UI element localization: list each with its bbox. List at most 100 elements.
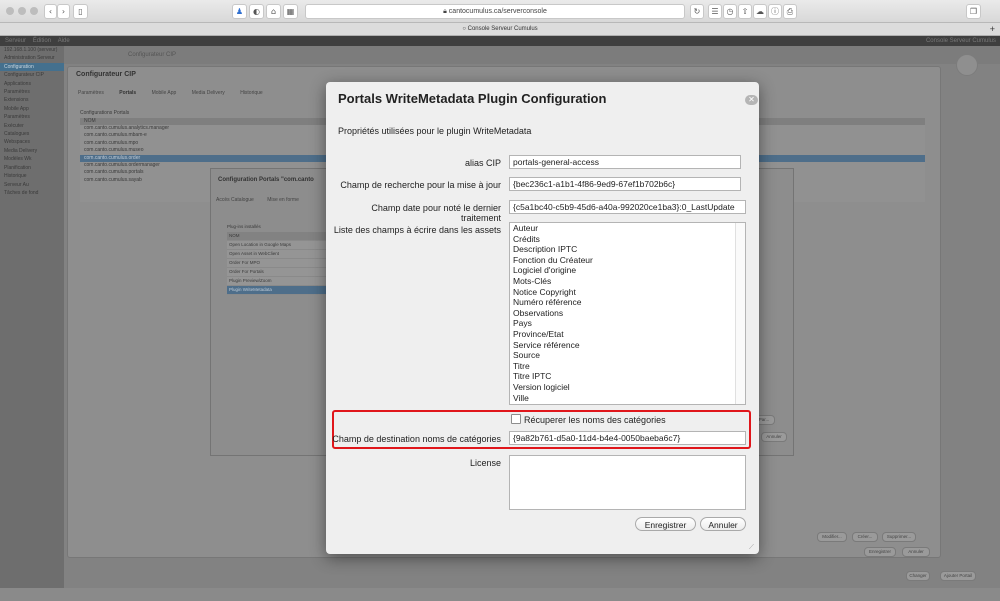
tree-item[interactable]: Paramètres bbox=[0, 88, 64, 96]
print-icon[interactable]: ⎙ bbox=[783, 4, 797, 19]
fields-list[interactable]: Auteur Crédits Description IPTC Fonction… bbox=[509, 222, 746, 405]
recover-categories-option[interactable]: Récuperer les noms des catégories bbox=[511, 414, 666, 425]
change-button[interactable]: Changer bbox=[906, 571, 930, 581]
tree-item[interactable]: Serveur Au bbox=[0, 181, 64, 189]
tab-mobile-app[interactable]: Mobile App bbox=[152, 90, 177, 96]
cip-cancel-button[interactable]: Annuler bbox=[902, 547, 930, 557]
cloud-icon[interactable]: ☁ bbox=[753, 4, 767, 19]
portal-config-cancel-button[interactable]: Annuler bbox=[761, 432, 787, 442]
modify-button[interactable]: Modifier... bbox=[817, 532, 847, 542]
url-text: cantocumulus.ca/serverconsole bbox=[448, 8, 547, 15]
alias-cip-input[interactable] bbox=[509, 155, 741, 169]
cip-tabs: Paramètres Portals Mobile App Media Deli… bbox=[78, 90, 277, 96]
info-icon[interactable]: ⓘ bbox=[768, 4, 782, 19]
tab-title: Console Serveur Cumulus bbox=[467, 26, 538, 32]
tree-item[interactable]: Planification bbox=[0, 164, 64, 172]
tree-item[interactable]: Media Delivery bbox=[0, 147, 64, 155]
recover-categories-checkbox[interactable] bbox=[511, 414, 521, 424]
date-field-input[interactable] bbox=[509, 200, 746, 214]
delete-button[interactable]: Supprimer... bbox=[882, 532, 916, 542]
tree-item[interactable]: 192.168.1.100 (serveur) bbox=[0, 46, 64, 54]
menu-edition[interactable]: Édition bbox=[33, 38, 51, 44]
plugin-row[interactable]: Order For Portals bbox=[227, 268, 327, 277]
plugin-row[interactable]: Open Asset in WebClient bbox=[227, 250, 327, 259]
plugin-row[interactable]: Plugin Preview/Zoom bbox=[227, 277, 327, 286]
menu-serveur[interactable]: Serveur bbox=[5, 38, 26, 44]
list-item[interactable]: Auteur bbox=[510, 223, 745, 234]
menu-aide[interactable]: Aide bbox=[58, 38, 70, 44]
list-item[interactable]: Service référence bbox=[510, 340, 745, 351]
tree-item[interactable]: Exécuter bbox=[0, 122, 64, 130]
tab-acces-catalogue[interactable]: Accès Catalogue bbox=[216, 197, 254, 203]
tree-item[interactable]: Configurateur CIP bbox=[0, 71, 64, 79]
zoom-window-icon[interactable] bbox=[30, 7, 38, 15]
portals-list-label: Configurations Portals bbox=[80, 110, 130, 116]
dest-field-label: Champ de destination noms de catégories bbox=[332, 434, 501, 444]
tab-media-delivery[interactable]: Media Delivery bbox=[192, 90, 225, 96]
cip-save-button[interactable]: Enregistrer bbox=[864, 547, 896, 557]
tab-mise-en-forme[interactable]: Mise en forme bbox=[267, 197, 299, 203]
list-item[interactable]: Pays bbox=[510, 318, 745, 329]
list-item[interactable]: Province/Etat bbox=[510, 329, 745, 340]
list-item[interactable]: Mots-Clés bbox=[510, 276, 745, 287]
add-portal-button[interactable]: Ajouter Portail bbox=[940, 571, 976, 581]
reload-icon[interactable]: ↻ bbox=[690, 4, 704, 19]
back-icon[interactable]: ‹ bbox=[44, 4, 57, 19]
resize-grip-icon[interactable]: ⟋ bbox=[749, 544, 756, 551]
list-item[interactable]: Numéro référence bbox=[510, 297, 745, 308]
grid-icon[interactable]: ▦ bbox=[283, 4, 298, 19]
tree-item[interactable]: Webspaces bbox=[0, 138, 64, 146]
list-item[interactable]: Fonction du Créateur bbox=[510, 255, 745, 266]
browser-tab[interactable]: ○ Console Serveur Cumulus + bbox=[0, 23, 1000, 36]
plugin-row[interactable]: Order For MPO bbox=[227, 259, 327, 268]
sidebar-icon[interactable]: ▯ bbox=[73, 4, 88, 19]
license-textarea[interactable] bbox=[509, 455, 746, 510]
list-item[interactable]: Notice Copyright bbox=[510, 287, 745, 298]
list-item[interactable]: Description IPTC bbox=[510, 244, 745, 255]
close-window-icon[interactable] bbox=[6, 7, 14, 15]
new-tab-icon[interactable]: + bbox=[990, 23, 995, 35]
history-icon[interactable]: ◷ bbox=[723, 4, 737, 19]
privacy-icon[interactable]: ◐ bbox=[249, 4, 264, 19]
dest-field-input[interactable] bbox=[509, 431, 746, 445]
tree-item[interactable]: Historique bbox=[0, 172, 64, 180]
share-icon[interactable]: ⇧ bbox=[738, 4, 752, 19]
tab-historique[interactable]: Historique bbox=[240, 90, 263, 96]
list-item[interactable]: Logiciel d'origine bbox=[510, 265, 745, 276]
cancel-button[interactable]: Annuler bbox=[700, 517, 746, 531]
url-field[interactable]: 🔒︎ cantocumulus.ca/serverconsole bbox=[305, 4, 685, 19]
tree-item[interactable]: Modèles Wk bbox=[0, 155, 64, 163]
tree-item[interactable]: Extensions bbox=[0, 96, 64, 104]
list-item[interactable]: Version logiciel bbox=[510, 382, 745, 393]
plugins-column-header[interactable]: NOM bbox=[227, 232, 327, 241]
tree-item[interactable]: Catalogues bbox=[0, 130, 64, 138]
home-icon[interactable]: ⌂ bbox=[266, 4, 281, 19]
close-icon[interactable]: ✕ bbox=[745, 95, 758, 105]
tree-item[interactable]: Mobile App bbox=[0, 105, 64, 113]
plugin-row[interactable]: Open Location in Google Maps bbox=[227, 241, 327, 250]
tree-item[interactable]: Administration Serveur bbox=[0, 54, 64, 62]
minimize-window-icon[interactable] bbox=[18, 7, 26, 15]
tabs-overview-icon[interactable]: ❐ bbox=[966, 4, 981, 19]
dialog-subtitle: Propriétés utilisées pour le plugin Writ… bbox=[338, 126, 532, 136]
tree-item-selected[interactable]: Configuration bbox=[0, 62, 64, 72]
list-item[interactable]: Ville bbox=[510, 393, 745, 404]
tree-item[interactable]: Applications bbox=[0, 80, 64, 88]
list-item[interactable]: Titre bbox=[510, 361, 745, 372]
reader-icon[interactable]: ☰ bbox=[708, 4, 722, 19]
extension-icon[interactable]: ♟ bbox=[232, 4, 247, 19]
tab-portals[interactable]: Portals bbox=[119, 90, 136, 96]
tab-parametres[interactable]: Paramètres bbox=[78, 90, 104, 96]
search-field-input[interactable] bbox=[509, 177, 741, 191]
list-item[interactable]: Observations bbox=[510, 308, 745, 319]
plugin-row-selected[interactable]: Plugin WriteMetadata bbox=[227, 286, 327, 295]
create-button[interactable]: Créer... bbox=[852, 532, 878, 542]
tree-item[interactable]: Tâches de fond bbox=[0, 189, 64, 197]
list-item[interactable]: Crédits bbox=[510, 234, 745, 245]
list-item[interactable]: Source bbox=[510, 350, 745, 361]
save-button[interactable]: Enregistrer bbox=[635, 517, 696, 531]
fields-list-scrollbar[interactable] bbox=[735, 223, 745, 404]
forward-icon[interactable]: › bbox=[57, 4, 70, 19]
list-item[interactable]: Titre IPTC bbox=[510, 371, 745, 382]
tree-item[interactable]: Paramètres bbox=[0, 113, 64, 121]
